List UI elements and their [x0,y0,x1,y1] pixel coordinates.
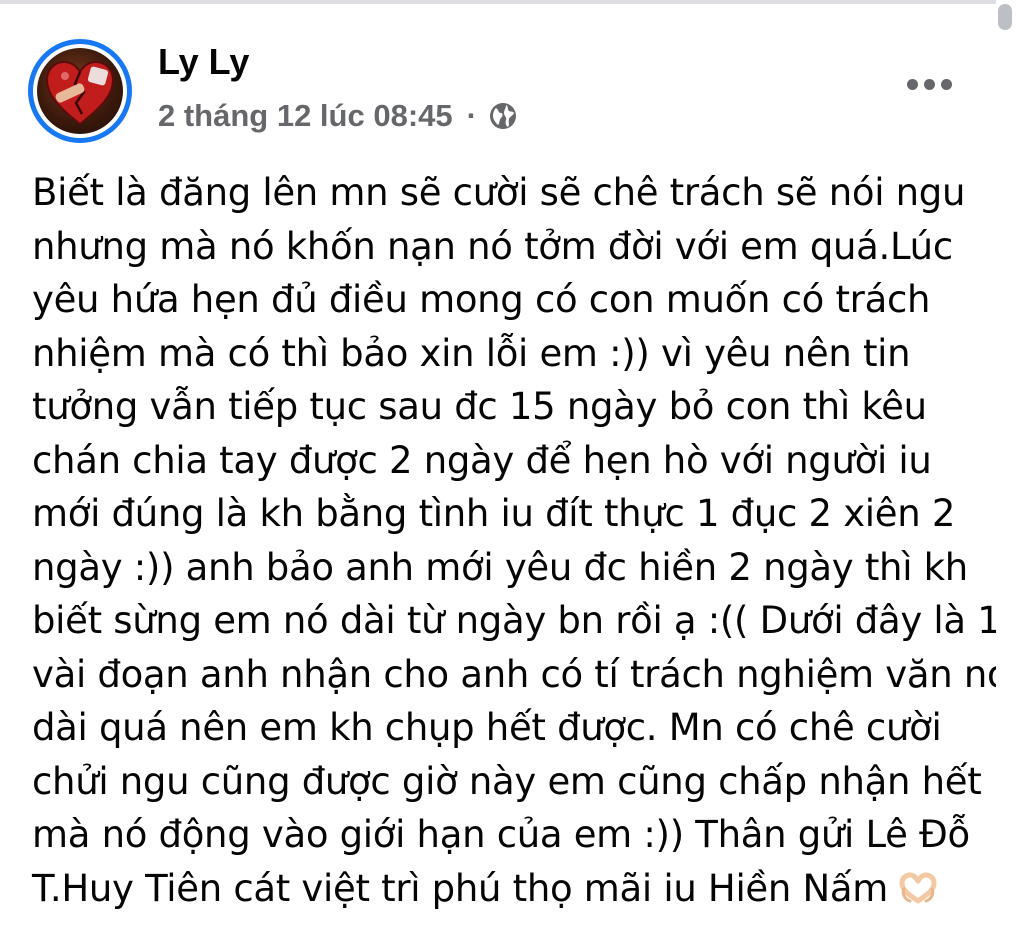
broken-heart-avatar-image [37,48,123,134]
post-text-line: vài đoạn anh nhận cho anh có tí trách ng… [32,652,1010,696]
post-text-line: biết sừng em nó dài từ ngày bn rồi ạ :((… [32,599,1001,642]
post-text-line-content: T.Huy Tiên cát việt trì phú thọ mãi iu H… [32,866,888,910]
post-text-line: mới đúng là kh bằng tình iu đít thực 1 đ… [32,492,956,535]
post-meta: 2 tháng 12 lúc 08:45 · [158,96,519,136]
post-text-line: mà nó động vào giới hạn của em :)) Thân … [32,813,970,856]
post-text-line: dài quá nên em kh chụp hết được. Mn có c… [32,706,942,749]
meta-separator: · [466,98,477,133]
more-options-icon [906,78,952,90]
post-text-line: nhưng mà nó khốn nạn nó tởm đời với em q… [32,224,953,268]
top-divider [0,0,1018,4]
post-text-line: tưởng vẫn tiếp tục sau đc 15 ngày bỏ con… [32,385,927,428]
post-text-line: chán chia tay được 2 ngày để hẹn hò với … [32,438,932,482]
heart-hands-emoji-icon [896,868,940,904]
globe-icon[interactable] [487,100,519,132]
scrollbar-track[interactable] [996,0,1018,940]
post-timestamp[interactable]: 2 tháng 12 lúc 08:45 [158,98,453,134]
author-name[interactable]: Ly Ly [158,40,249,84]
post-text-line: nhiệm mà có thì bảo xin lỗi em :)) vì yê… [32,331,911,375]
facebook-post: Ly Ly 2 tháng 12 lúc 08:45 · Biết là đăn… [0,0,1018,940]
post-text-line: ngày :)) anh bảo anh mới yêu đc hiền 2 n… [32,545,968,589]
post-text: Biết là đăng lên mn sẽ cười sẽ chê trách… [32,166,1010,916]
scrollbar-thumb[interactable] [998,4,1012,30]
post-text-line: Biết là đăng lên mn sẽ cười sẽ chê trách… [32,171,966,214]
more-options-button[interactable] [898,62,960,106]
post-text-line: chửi ngu cũng được giờ này em cũng chấp … [32,759,982,803]
post-text-line-last: T.Huy Tiên cát việt trì phú thọ mãi iu H… [32,862,982,916]
post-text-line: yêu hứa hẹn đủ điều mong có con muốn có … [32,278,931,321]
avatar[interactable] [28,39,132,143]
